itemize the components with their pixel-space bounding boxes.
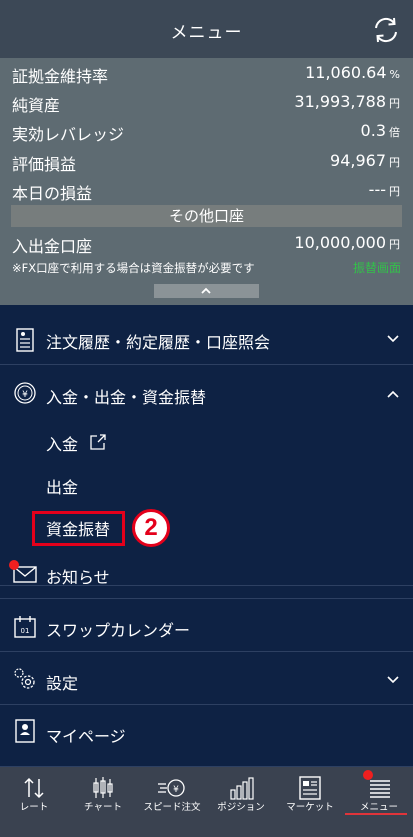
menu-item-label: 入金・出金・資金振替 <box>46 388 207 407</box>
summary-label: 証拠金維持率 <box>12 67 109 86</box>
summary-row-unrealized-pl: 評価損益 94,967 円 <box>0 146 413 176</box>
transfer-note: ※FX口座で利用する場合は資金振替が必要です <box>12 261 255 275</box>
mypage-document-icon <box>15 719 35 743</box>
summary-row-deposit-account: 入出金口座 10,000,000 円 <box>0 228 413 258</box>
external-link-icon <box>90 434 106 450</box>
notification-dot <box>9 560 19 570</box>
collapse-summary-button[interactable] <box>154 284 259 298</box>
summary-row-today-pl: 本日の損益 --- 円 <box>0 175 413 205</box>
menu-item-swap-calendar[interactable]: 01 スワップカレンダー <box>0 600 413 652</box>
tab-rate[interactable]: レート <box>0 767 68 837</box>
refresh-icon[interactable] <box>371 15 401 45</box>
summary-value: --- 円 <box>368 180 400 199</box>
gears-icon <box>14 668 35 689</box>
summary-row-net-assets: 純資産 31,993,788 円 <box>0 87 413 117</box>
menu-item-mypage[interactable]: マイページ <box>0 706 413 767</box>
menu-item-label: スワップカレンダー <box>46 621 191 640</box>
summary-label: 評価損益 <box>12 155 77 174</box>
document-icon <box>16 328 34 352</box>
account-summary: 証拠金維持率 11,060.64% 純資産 31,993,788 円 実効レバレッ… <box>0 58 413 305</box>
tab-menu[interactable]: メニュー <box>345 767 413 837</box>
tab-chart[interactable]: チャート <box>69 767 137 837</box>
tab-label: ポジション <box>217 802 265 813</box>
summary-label: 純資産 <box>12 96 61 115</box>
summary-label: 実効レバレッジ <box>12 125 125 144</box>
tab-position[interactable]: ポジション <box>207 767 275 837</box>
other-accounts-header: その他口座 <box>11 205 402 227</box>
rate-arrows-icon <box>24 777 44 799</box>
menu-item-order-history[interactable]: 注文履歴・約定履歴・口座照会 <box>0 313 413 365</box>
summary-label: 入出金口座 <box>12 237 93 256</box>
svg-text:¥: ¥ <box>22 390 28 400</box>
tab-label: スピード注文 <box>143 802 201 813</box>
tab-label: マーケット <box>286 802 334 813</box>
menu-item-label: 設定 <box>46 674 79 693</box>
summary-value: 0.3 倍 <box>360 121 400 140</box>
header-bar: メニュー <box>0 0 413 58</box>
summary-value: 10,000,000 円 <box>294 233 400 252</box>
tab-label: メニュー <box>359 802 398 813</box>
submenu-withdraw[interactable]: 出金 <box>46 474 78 498</box>
tab-market[interactable]: マーケット <box>276 767 344 837</box>
chevron-up-icon <box>201 287 211 294</box>
menu-item-settings[interactable]: 設定 <box>0 653 413 705</box>
chevron-down-icon <box>387 335 399 343</box>
bottom-tab-bar: レート チャート ¥ スピード注文 ポジション マーケット メニュー <box>0 767 413 837</box>
candlestick-chart-icon <box>93 777 113 798</box>
transfer-screen-link[interactable]: 振替画面 <box>353 259 401 276</box>
summary-value: 31,993,788 円 <box>294 92 400 111</box>
menu-item-notices[interactable]: お知らせ <box>0 547 413 599</box>
tab-label: チャート <box>84 802 122 813</box>
transfer-highlight-box <box>32 511 125 546</box>
summary-row-margin-ratio: 証拠金維持率 11,060.64% <box>0 58 413 88</box>
page-title: メニュー <box>170 23 243 43</box>
menu-notification-dot <box>363 770 373 780</box>
active-tab-indicator <box>345 813 407 815</box>
market-news-icon <box>299 776 321 800</box>
tab-label: レート <box>19 802 49 813</box>
chevron-down-icon <box>387 676 399 684</box>
yen-coin-icon: ¥ <box>14 382 36 404</box>
calendar-icon: 01 <box>14 616 36 638</box>
summary-value: 11,060.64% <box>305 63 400 82</box>
svg-text:¥: ¥ <box>173 785 179 795</box>
position-bars-icon <box>230 777 254 800</box>
step-number-badge: 2 <box>132 509 170 547</box>
summary-label: 本日の損益 <box>12 184 93 203</box>
submenu-deposit[interactable]: 入金 <box>46 431 78 455</box>
menu-item-label: 注文履歴・約定履歴・口座照会 <box>46 333 271 352</box>
menu-item-label: お知らせ <box>46 568 110 587</box>
menu-item-label: マイページ <box>46 727 126 746</box>
chevron-up-icon <box>387 390 399 398</box>
speed-order-icon: ¥ <box>158 779 185 797</box>
tab-speed-order[interactable]: ¥ スピード注文 <box>138 767 206 837</box>
summary-value: 94,967 円 <box>330 151 400 170</box>
summary-row-leverage: 実効レバレッジ 0.3 倍 <box>0 116 413 146</box>
svg-text:01: 01 <box>21 627 30 635</box>
